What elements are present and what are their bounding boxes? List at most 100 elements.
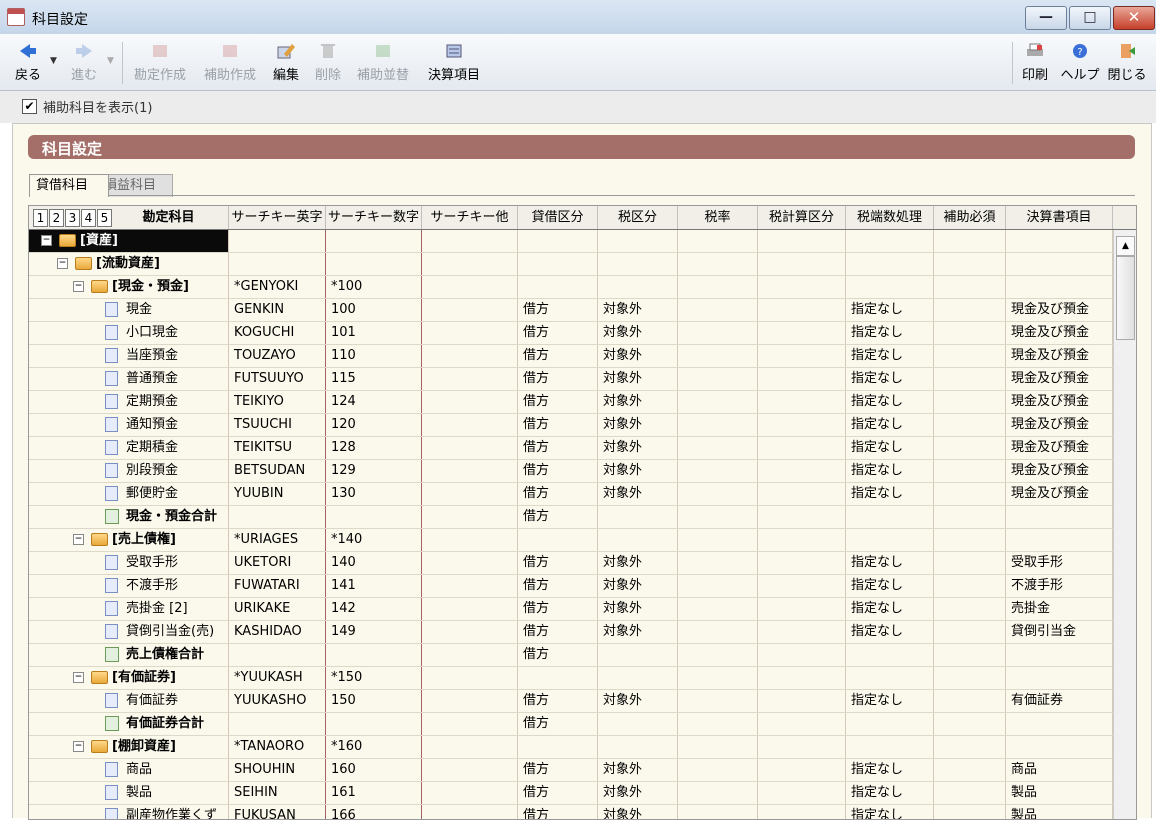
grid-cell[interactable]	[758, 414, 846, 436]
grid-cell[interactable]: 現金及び預金	[1006, 483, 1113, 505]
grid-cell[interactable]: 商品	[1006, 759, 1113, 781]
grid-cell[interactable]	[678, 322, 758, 344]
grid-cell[interactable]: 130	[326, 483, 422, 505]
table-row[interactable]: 定期積金 TEIKITSU 128 借方 対象外 指定なし 現金及び預金	[29, 437, 1113, 460]
grid-cell[interactable]: 現金及び預金	[1006, 368, 1113, 390]
grid-cell[interactable]	[758, 667, 846, 689]
grid-cell[interactable]: 101	[326, 322, 422, 344]
grid-cell[interactable]: 129	[326, 460, 422, 482]
table-row[interactable]: 商品 SHOUHIN 160 借方 対象外 指定なし 商品	[29, 759, 1113, 782]
grid-cell[interactable]: 対象外	[598, 460, 678, 482]
grid-cell[interactable]: *140	[326, 529, 422, 551]
collapse-icon[interactable]: −	[41, 235, 52, 246]
grid-cell[interactable]	[758, 460, 846, 482]
grid-cell[interactable]: 借方	[518, 322, 598, 344]
grid-cell[interactable]: 対象外	[598, 782, 678, 804]
grid-cell[interactable]	[846, 667, 934, 689]
grid-cell[interactable]: 161	[326, 782, 422, 804]
grid-cell[interactable]	[518, 253, 598, 275]
tab-balance-sheet[interactable]: 貸借科目	[29, 174, 109, 197]
grid-cell[interactable]: 対象外	[598, 575, 678, 597]
grid-cell[interactable]: 指定なし	[846, 437, 934, 459]
grid-cell[interactable]	[1006, 529, 1113, 551]
account-name-cell[interactable]: 郵便貯金	[29, 483, 229, 505]
grid-cell[interactable]	[422, 253, 518, 275]
account-name-cell[interactable]: − [棚卸資産]	[29, 736, 229, 758]
table-row[interactable]: 現金・預金合計 借方	[29, 506, 1113, 529]
grid-cell[interactable]: URIKAKE	[229, 598, 326, 620]
grid-cell[interactable]	[678, 690, 758, 712]
column-header-2[interactable]: サーチキー数字	[326, 206, 422, 229]
collapse-icon[interactable]: −	[73, 281, 84, 292]
grid-cell[interactable]: 有価証券	[1006, 690, 1113, 712]
grid-cell[interactable]: 指定なし	[846, 391, 934, 413]
grid-cell[interactable]	[422, 575, 518, 597]
account-name-cell[interactable]: 通知預金	[29, 414, 229, 436]
grid-cell[interactable]	[422, 391, 518, 413]
grid-cell[interactable]: 対象外	[598, 690, 678, 712]
account-name-cell[interactable]: 貸倒引当金(売)	[29, 621, 229, 643]
grid-cell[interactable]: 指定なし	[846, 575, 934, 597]
grid-cell[interactable]	[934, 598, 1006, 620]
grid-cell[interactable]	[758, 230, 846, 252]
grid-cell[interactable]: *GENYOKI	[229, 276, 326, 298]
grid-cell[interactable]	[934, 345, 1006, 367]
grid-cell[interactable]	[518, 667, 598, 689]
close-window-button[interactable]: ✕	[1113, 6, 1155, 30]
grid-cell[interactable]: 対象外	[598, 322, 678, 344]
grid-cell[interactable]	[678, 736, 758, 758]
account-name-cell[interactable]: 有価証券合計	[29, 713, 229, 735]
account-name-cell[interactable]: 売掛金 [2]	[29, 598, 229, 620]
grid-cell[interactable]	[1006, 736, 1113, 758]
grid-cell[interactable]	[1006, 713, 1113, 735]
grid-cell[interactable]: 借方	[518, 506, 598, 528]
grid-cell[interactable]: 製品	[1006, 782, 1113, 804]
grid-cell[interactable]	[422, 368, 518, 390]
grid-cell[interactable]: FUKUSAN	[229, 805, 326, 819]
grid-cell[interactable]	[598, 506, 678, 528]
grid-cell[interactable]	[934, 483, 1006, 505]
grid-cell[interactable]: 借方	[518, 621, 598, 643]
grid-cell[interactable]	[758, 276, 846, 298]
grid-cell[interactable]	[229, 644, 326, 666]
scroll-thumb[interactable]	[1116, 256, 1135, 340]
grid-cell[interactable]	[758, 391, 846, 413]
grid-cell[interactable]	[758, 575, 846, 597]
grid-cell[interactable]: 借方	[518, 368, 598, 390]
grid-cell[interactable]	[758, 644, 846, 666]
grid-cell[interactable]: 借方	[518, 437, 598, 459]
grid-cell[interactable]	[229, 506, 326, 528]
grid-cell[interactable]	[846, 230, 934, 252]
grid-cell[interactable]	[678, 644, 758, 666]
grid-cell[interactable]: 指定なし	[846, 598, 934, 620]
grid-cell[interactable]: 対象外	[598, 299, 678, 321]
grid-cell[interactable]	[934, 575, 1006, 597]
table-row[interactable]: 副産物作業くず FUKUSAN 166 借方 対象外 指定なし 製品	[29, 805, 1113, 819]
grid-cell[interactable]: TOUZAYO	[229, 345, 326, 367]
grid-cell[interactable]	[518, 230, 598, 252]
grid-cell[interactable]	[678, 368, 758, 390]
grid-cell[interactable]	[758, 598, 846, 620]
grid-cell[interactable]: 対象外	[598, 483, 678, 505]
column-header-10[interactable]: 決算書項目	[1006, 206, 1113, 229]
grid-cell[interactable]: *TANAORO	[229, 736, 326, 758]
table-row[interactable]: 製品 SEIHIN 161 借方 対象外 指定なし 製品	[29, 782, 1113, 805]
account-name-cell[interactable]: 当座預金	[29, 345, 229, 367]
grid-cell[interactable]	[422, 805, 518, 819]
table-row[interactable]: 売掛金 [2] URIKAKE 142 借方 対象外 指定なし 売掛金	[29, 598, 1113, 621]
grid-cell[interactable]	[758, 483, 846, 505]
grid-cell[interactable]: 現金及び預金	[1006, 391, 1113, 413]
collapse-icon[interactable]: −	[57, 258, 68, 269]
grid-cell[interactable]	[758, 506, 846, 528]
minimize-button[interactable]: —	[1025, 6, 1067, 30]
grid-cell[interactable]: 指定なし	[846, 690, 934, 712]
grid-cell[interactable]	[846, 644, 934, 666]
grid-cell[interactable]	[678, 621, 758, 643]
grid-cell[interactable]: TEIKIYO	[229, 391, 326, 413]
print-button[interactable]: 印刷	[1016, 38, 1054, 86]
grid-cell[interactable]	[934, 690, 1006, 712]
grid-cell[interactable]	[846, 736, 934, 758]
grid-cell[interactable]: 借方	[518, 299, 598, 321]
grid-cell[interactable]: 指定なし	[846, 299, 934, 321]
grid-cell[interactable]: TSUUCHI	[229, 414, 326, 436]
